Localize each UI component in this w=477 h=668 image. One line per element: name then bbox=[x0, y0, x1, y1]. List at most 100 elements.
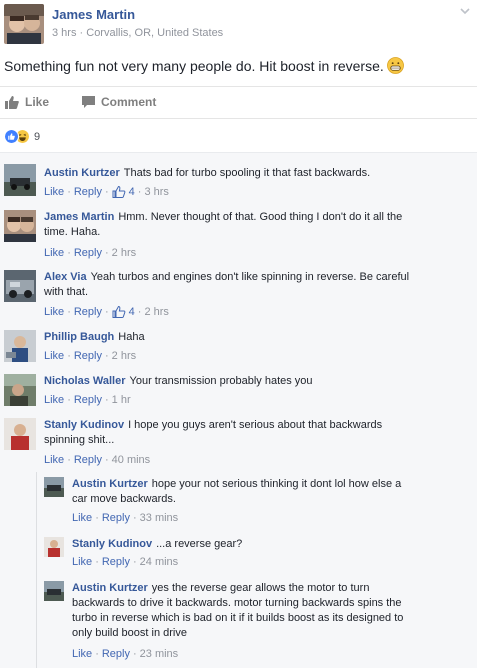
reply-text: hope your not serious thinking it dont l… bbox=[151, 478, 402, 490]
like-reaction-icon bbox=[4, 129, 19, 144]
comment-icon bbox=[82, 96, 95, 108]
comment-like-link[interactable]: Like bbox=[44, 306, 64, 318]
comment-actions: Like · Reply · 4 · 3 hrs bbox=[44, 186, 169, 198]
commenter-avatar[interactable] bbox=[4, 330, 36, 362]
comment-author[interactable]: James Martin bbox=[44, 211, 114, 223]
comment-time[interactable]: 1 hr bbox=[112, 394, 131, 406]
comment-actions: Like · Reply · 2 hrs bbox=[44, 247, 137, 259]
comment-time[interactable]: 40 mins bbox=[112, 454, 151, 466]
comment-body: Alex Via Yeah turbos and engines don't li… bbox=[44, 270, 469, 300]
reply-time[interactable]: 23 mins bbox=[140, 648, 179, 660]
reply-like-link[interactable]: Like bbox=[72, 648, 92, 660]
reactions-summary[interactable]: 9 bbox=[4, 129, 40, 144]
comment-text-line2: time. Haha. bbox=[44, 226, 101, 238]
comment-label: Comment bbox=[101, 95, 157, 109]
commenter-avatar[interactable] bbox=[4, 418, 36, 450]
comment-text: Your transmission probably hates you bbox=[129, 375, 313, 387]
reply-reply-link[interactable]: Reply bbox=[102, 512, 130, 524]
commenter-avatar[interactable] bbox=[4, 374, 36, 406]
comment-body: Phillip Baugh Haha bbox=[44, 330, 464, 345]
comment-reply-link[interactable]: Reply bbox=[74, 247, 102, 259]
reaction-count: 9 bbox=[34, 130, 41, 143]
comment-reply-link[interactable]: Reply bbox=[74, 186, 102, 198]
comment-text: I hope you guys aren't serious about tha… bbox=[128, 419, 383, 431]
reply-reply-link[interactable]: Reply bbox=[102, 556, 130, 568]
thumbs-up-icon bbox=[5, 95, 19, 109]
reply-text-line3: turbo in reverse which is bad on it if i… bbox=[72, 612, 404, 624]
reply-text-line2: backwards to drive it backwards. motor t… bbox=[72, 597, 402, 609]
commenter-avatar[interactable] bbox=[4, 270, 36, 302]
comment-like-link[interactable]: Like bbox=[44, 454, 64, 466]
post-time[interactable]: 3 hrs bbox=[52, 27, 76, 39]
post-author-name[interactable]: James Martin bbox=[52, 7, 135, 22]
post-meta: 3 hrs · Corvallis, OR, United States bbox=[52, 27, 224, 39]
comment-like-link[interactable]: Like bbox=[44, 394, 64, 406]
comment-like-count[interactable]: 4 bbox=[112, 306, 135, 318]
reply-body: Austin Kurtzer yes the reverse gear allow… bbox=[72, 581, 472, 641]
post-location[interactable]: Corvallis, OR, United States bbox=[86, 27, 223, 39]
chevron-down-icon[interactable] bbox=[458, 4, 472, 18]
comments-top-divider bbox=[0, 152, 477, 153]
reply-text: yes the reverse gear allows the motor to… bbox=[151, 582, 370, 594]
reply-actions: Like · Reply · 23 mins bbox=[72, 648, 179, 660]
reply-author[interactable]: Stanly Kudinov bbox=[72, 538, 152, 550]
reply-actions: Like · Reply · 24 mins bbox=[72, 556, 179, 568]
reply-like-link[interactable]: Like bbox=[72, 512, 92, 524]
comment-reply-link[interactable]: Reply bbox=[74, 350, 102, 362]
comment-text-line2: with that. bbox=[44, 286, 89, 298]
comment-button[interactable]: Comment bbox=[82, 95, 156, 109]
replier-avatar[interactable] bbox=[44, 537, 64, 557]
thumbs-up-outline-icon bbox=[112, 186, 126, 198]
grinning-emoji-icon bbox=[386, 57, 404, 74]
reply-like-link[interactable]: Like bbox=[72, 556, 92, 568]
comment-author[interactable]: Alex Via bbox=[44, 271, 87, 283]
comment-text-line2: spinning shit... bbox=[44, 434, 115, 446]
comment-like-count[interactable]: 4 bbox=[112, 186, 135, 198]
commenter-avatar[interactable] bbox=[4, 210, 36, 242]
comment-reply-link[interactable]: Reply bbox=[74, 306, 102, 318]
reply-time[interactable]: 33 mins bbox=[140, 512, 179, 524]
author-avatar[interactable] bbox=[4, 4, 44, 44]
comment-text: Haha bbox=[118, 331, 145, 343]
comment-actions: Like · Reply · 1 hr bbox=[44, 394, 131, 406]
reply-body: Stanly Kudinov ...a reverse gear? bbox=[72, 537, 462, 552]
reply-actions: Like · Reply · 33 mins bbox=[72, 512, 179, 524]
reply-text: ...a reverse gear? bbox=[156, 538, 243, 550]
comment-author[interactable]: Nicholas Waller bbox=[44, 375, 126, 387]
comment-time[interactable]: 2 hrs bbox=[112, 247, 136, 259]
comment-author[interactable]: Stanly Kudinov bbox=[44, 419, 124, 431]
comment-body: Austin Kurtzer Thats bad for turbo spooli… bbox=[44, 166, 464, 181]
comment-text: Hmm. Never thought of that. Good thing I… bbox=[118, 211, 403, 223]
comment-text: Thats bad for turbo spooling it that fas… bbox=[123, 167, 371, 179]
commenter-avatar[interactable] bbox=[4, 164, 36, 196]
replier-avatar[interactable] bbox=[44, 477, 64, 497]
comment-time[interactable]: 2 hrs bbox=[144, 306, 168, 318]
comment-like-link[interactable]: Like bbox=[44, 350, 64, 362]
reply-text-line2: car move backwards. bbox=[72, 493, 176, 505]
post-text: Something fun not very many people do. H… bbox=[4, 57, 404, 74]
comment-author[interactable]: Austin Kurtzer bbox=[44, 167, 120, 179]
comment-author[interactable]: Phillip Baugh bbox=[44, 331, 114, 343]
reply-author[interactable]: Austin Kurtzer bbox=[72, 478, 148, 490]
comment-reply-link[interactable]: Reply bbox=[74, 394, 102, 406]
comment-reply-link[interactable]: Reply bbox=[74, 454, 102, 466]
reply-time[interactable]: 24 mins bbox=[140, 556, 179, 568]
like-label: Like bbox=[25, 95, 50, 109]
replier-avatar[interactable] bbox=[44, 581, 64, 601]
reply-thread-line bbox=[36, 472, 37, 668]
reply-reply-link[interactable]: Reply bbox=[102, 648, 130, 660]
thumbs-up-outline-icon bbox=[112, 306, 126, 318]
like-button[interactable]: Like bbox=[5, 95, 49, 109]
comment-time[interactable]: 2 hrs bbox=[112, 350, 136, 362]
comment-body: James Martin Hmm. Never thought of that. … bbox=[44, 210, 464, 240]
reply-author[interactable]: Austin Kurtzer bbox=[72, 582, 148, 594]
comment-like-link[interactable]: Like bbox=[44, 247, 64, 259]
post-text-content: Something fun not very many people do. H… bbox=[4, 58, 384, 74]
comment-time[interactable]: 3 hrs bbox=[144, 186, 168, 198]
reply-text-line4: only build boost in drive bbox=[72, 627, 187, 639]
comment-actions: Like · Reply · 4 · 2 hrs bbox=[44, 306, 169, 318]
comment-like-link[interactable]: Like bbox=[44, 186, 64, 198]
comment-body: Nicholas Waller Your transmission probabl… bbox=[44, 374, 464, 389]
comment-text: Yeah turbos and engines don't like spinn… bbox=[90, 271, 410, 283]
actions-divider bbox=[0, 118, 477, 119]
